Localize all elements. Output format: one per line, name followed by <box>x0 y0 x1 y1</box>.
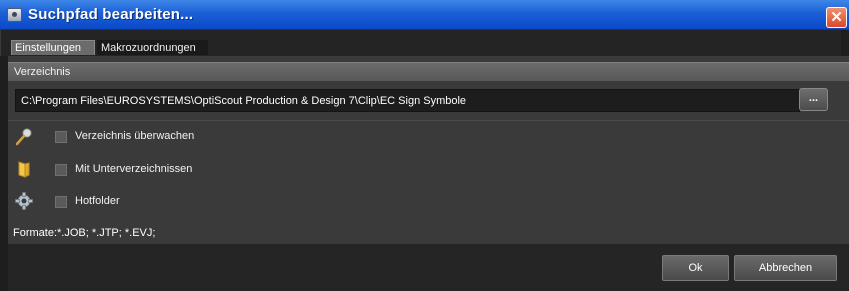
title-bar: Suchpfad bearbeiten... ✕ <box>0 0 849 30</box>
option-hotfolder: Hotfolder <box>8 190 408 214</box>
tab-strip: Einstellungen Makrozuordnungen <box>0 30 849 56</box>
checkbox-hotfolder[interactable] <box>55 196 67 208</box>
app-icon <box>7 8 22 22</box>
formats-text: Formate:*.JOB; *.JTP; *.EVJ; <box>13 227 156 239</box>
option-label: Verzeichnis überwachen <box>75 130 195 142</box>
checkbox-mit-unterverzeichnissen[interactable] <box>55 164 67 176</box>
settings-panel: Verzeichnis C:\Program Files\EUROSYSTEMS… <box>8 56 849 291</box>
checkbox-verzeichnis-ueberwachen[interactable] <box>55 131 67 143</box>
folder-icon <box>14 159 34 179</box>
left-border <box>0 56 8 291</box>
divider <box>8 120 849 121</box>
tab-makrozuordnungen[interactable]: Makrozuordnungen <box>97 40 208 55</box>
microphone-icon <box>14 127 34 147</box>
tab-einstellungen[interactable]: Einstellungen <box>11 40 95 55</box>
option-label: Mit Unterverzeichnissen <box>75 163 193 175</box>
cancel-button[interactable]: Abbrechen <box>734 255 837 281</box>
option-mit-unterverzeichnissen: Mit Unterverzeichnissen <box>8 158 408 182</box>
directory-section-header: Verzeichnis <box>8 62 849 81</box>
directory-path-field[interactable]: C:\Program Files\EUROSYSTEMS\OptiScout P… <box>15 89 800 112</box>
option-label: Hotfolder <box>75 195 120 207</box>
gear-icon <box>14 191 34 211</box>
option-verzeichnis-ueberwachen: Verzeichnis überwachen <box>8 125 408 149</box>
close-button[interactable]: ✕ <box>826 7 847 28</box>
window-title: Suchpfad bearbeiten... <box>28 6 194 23</box>
browse-button[interactable]: ... <box>799 88 828 111</box>
ok-button[interactable]: Ok <box>662 255 729 281</box>
dialog-footer: Ok Abbrechen <box>8 244 849 291</box>
